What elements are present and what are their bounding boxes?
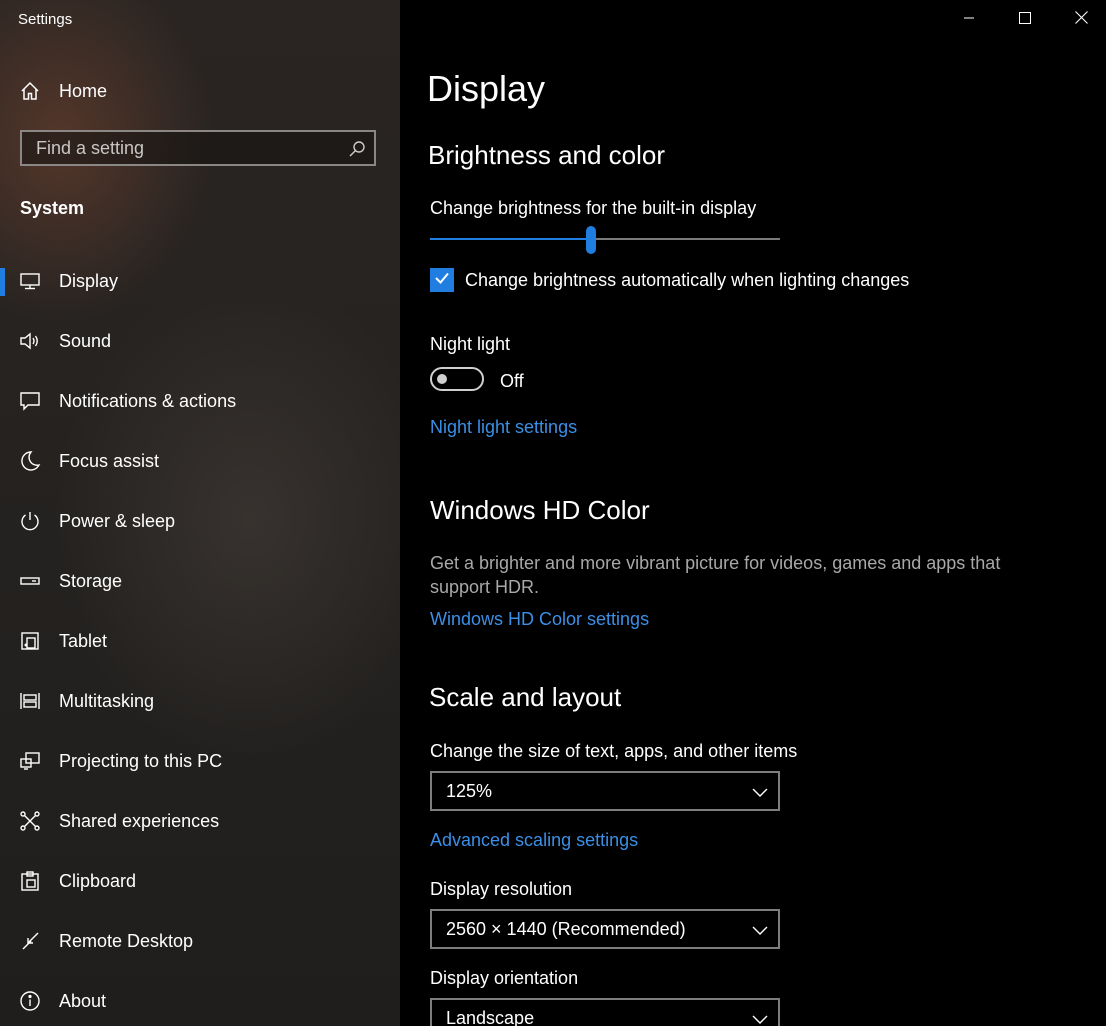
slider-fill bbox=[430, 238, 591, 240]
active-indicator bbox=[0, 268, 5, 296]
orientation-label: Display orientation bbox=[430, 968, 579, 988]
night-light-toggle[interactable] bbox=[430, 367, 484, 391]
search-box[interactable] bbox=[20, 130, 376, 166]
auto-brightness-label[interactable]: Change brightness automatically when lig… bbox=[465, 270, 909, 291]
main-content: Display Brightness and color Change brig… bbox=[400, 0, 1106, 1026]
slider-thumb[interactable] bbox=[586, 226, 596, 254]
orientation-dropdown-value: Landscape bbox=[446, 1008, 535, 1026]
moon-icon bbox=[19, 450, 41, 472]
sidebar-item-label: Multitasking bbox=[59, 690, 155, 711]
sidebar-item-about[interactable]: About bbox=[0, 976, 400, 1026]
sidebar-item-label: Focus assist bbox=[59, 450, 160, 471]
sidebar-item-label: Remote Desktop bbox=[59, 930, 194, 951]
sidebar-item-projecting[interactable]: Projecting to this PC bbox=[0, 736, 400, 786]
remote-icon bbox=[19, 930, 41, 952]
chevron-down-icon bbox=[752, 785, 768, 797]
minimize-button[interactable] bbox=[940, 0, 997, 40]
maximize-icon bbox=[1018, 11, 1031, 29]
speaker-icon bbox=[19, 330, 41, 352]
close-button[interactable] bbox=[1053, 0, 1106, 40]
sidebar-item-power-sleep[interactable]: Power & sleep bbox=[0, 496, 400, 546]
hd-color-description: Get a brighter and more vibrant picture … bbox=[430, 553, 1001, 597]
info-icon bbox=[19, 990, 41, 1012]
auto-brightness-checkbox[interactable] bbox=[430, 268, 454, 292]
sidebar-item-label: Power & sleep bbox=[59, 510, 176, 531]
sidebar-item-label: Projecting to this PC bbox=[59, 750, 223, 771]
resolution-dropdown-value: 2560 × 1440 (Recommended) bbox=[446, 919, 686, 939]
maximize-button[interactable] bbox=[996, 0, 1053, 40]
sidebar-item-label: Tablet bbox=[59, 630, 108, 651]
brightness-heading: Brightness and color bbox=[428, 140, 666, 170]
chevron-down-icon bbox=[752, 923, 768, 935]
close-icon bbox=[1075, 11, 1088, 29]
shared-icon bbox=[19, 810, 41, 832]
sidebar-item-display[interactable]: Display bbox=[0, 256, 400, 306]
sidebar-item-label: Storage bbox=[59, 570, 123, 591]
hd-color-heading: Windows HD Color bbox=[430, 495, 650, 525]
monitor-icon bbox=[19, 270, 41, 292]
sidebar-item-label: Clipboard bbox=[59, 870, 137, 891]
scale-dropdown[interactable]: 125% bbox=[430, 771, 780, 811]
nav-home[interactable]: Home bbox=[0, 66, 400, 116]
night-light-settings-link[interactable]: Night light settings bbox=[430, 417, 577, 438]
search-icon[interactable] bbox=[348, 140, 366, 158]
search-input[interactable] bbox=[22, 132, 346, 164]
section-label-system: System bbox=[20, 198, 85, 218]
sidebar-item-clipboard[interactable]: Clipboard bbox=[0, 856, 400, 906]
checkmark-icon bbox=[433, 269, 451, 292]
clipboard-icon bbox=[19, 870, 41, 892]
brightness-slider-label: Change brightness for the built-in displ… bbox=[430, 198, 757, 218]
sidebar-item-shared-experiences[interactable]: Shared experiences bbox=[0, 796, 400, 846]
sidebar-item-notifications[interactable]: Notifications & actions bbox=[0, 376, 400, 426]
sidebar-item-label: Display bbox=[59, 270, 119, 291]
projecting-icon bbox=[19, 750, 41, 772]
sidebar-item-label: About bbox=[59, 990, 107, 1011]
scale-dropdown-value: 125% bbox=[446, 781, 493, 801]
night-light-label: Night light bbox=[430, 334, 511, 354]
orientation-dropdown[interactable]: Landscape bbox=[430, 998, 780, 1026]
nav-home-label: Home bbox=[59, 80, 108, 101]
scale-size-label: Change the size of text, apps, and other… bbox=[430, 741, 798, 761]
resolution-dropdown[interactable]: 2560 × 1440 (Recommended) bbox=[430, 909, 780, 949]
multitasking-icon bbox=[19, 690, 41, 712]
sidebar-item-multitasking[interactable]: Multitasking bbox=[0, 676, 400, 726]
sidebar-item-remote-desktop[interactable]: Remote Desktop bbox=[0, 916, 400, 966]
page-title: Display bbox=[427, 68, 546, 109]
toggle-knob bbox=[437, 374, 447, 384]
sidebar: Settings Home System Display Sound Notif… bbox=[0, 0, 400, 1026]
storage-icon bbox=[19, 570, 41, 592]
notification-icon bbox=[19, 390, 41, 412]
tablet-icon bbox=[19, 630, 41, 652]
minimize-icon bbox=[963, 11, 975, 29]
sidebar-item-sound[interactable]: Sound bbox=[0, 316, 400, 366]
power-icon bbox=[19, 510, 41, 532]
brightness-slider[interactable] bbox=[430, 226, 780, 254]
advanced-scaling-link[interactable]: Advanced scaling settings bbox=[430, 830, 638, 851]
night-light-state: Off bbox=[500, 371, 524, 391]
sidebar-item-focus-assist[interactable]: Focus assist bbox=[0, 436, 400, 486]
sidebar-item-label: Sound bbox=[59, 330, 112, 351]
chevron-down-icon bbox=[752, 1012, 768, 1024]
sidebar-item-label: Shared experiences bbox=[59, 810, 220, 831]
scale-layout-heading: Scale and layout bbox=[429, 682, 622, 712]
hd-color-settings-link[interactable]: Windows HD Color settings bbox=[430, 609, 649, 630]
sidebar-item-tablet[interactable]: Tablet bbox=[0, 616, 400, 666]
sidebar-item-storage[interactable]: Storage bbox=[0, 556, 400, 606]
app-title: Settings bbox=[18, 11, 73, 28]
home-icon bbox=[19, 80, 41, 102]
sidebar-item-label: Notifications & actions bbox=[59, 390, 237, 411]
resolution-label: Display resolution bbox=[430, 879, 573, 899]
